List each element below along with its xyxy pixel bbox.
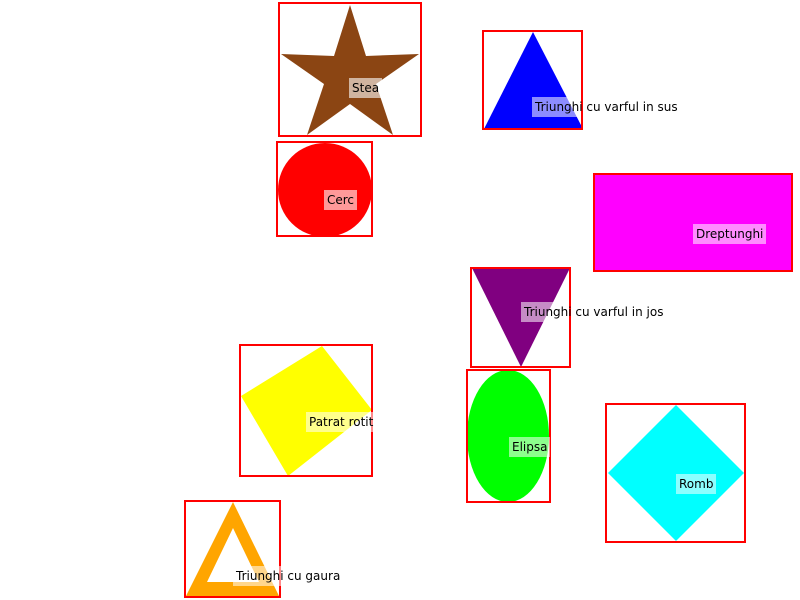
ellipse-label: Elipsa xyxy=(509,437,551,457)
circle-bounding-box xyxy=(276,141,373,237)
circle-label: Cerc xyxy=(324,190,358,210)
rhombus-label: Romb xyxy=(676,474,717,494)
rectangle-label: Dreptunghi xyxy=(693,224,767,244)
rhombus-bounding-box xyxy=(605,403,746,543)
triangle-up-label: Triunghi cu varful in sus xyxy=(532,97,681,117)
rotated-square-bounding-box xyxy=(239,344,373,477)
ellipse-bounding-box xyxy=(466,369,551,503)
rotated-square-label: Patrat rotit xyxy=(306,412,377,432)
hollow-triangle-label: Triunghi cu gaura xyxy=(233,566,344,586)
triangle-down-label: Triunghi cu varful in jos xyxy=(521,302,667,322)
star-label: Stea xyxy=(349,78,383,98)
star-bounding-box xyxy=(278,2,422,137)
rectangle-bounding-box xyxy=(593,173,793,272)
